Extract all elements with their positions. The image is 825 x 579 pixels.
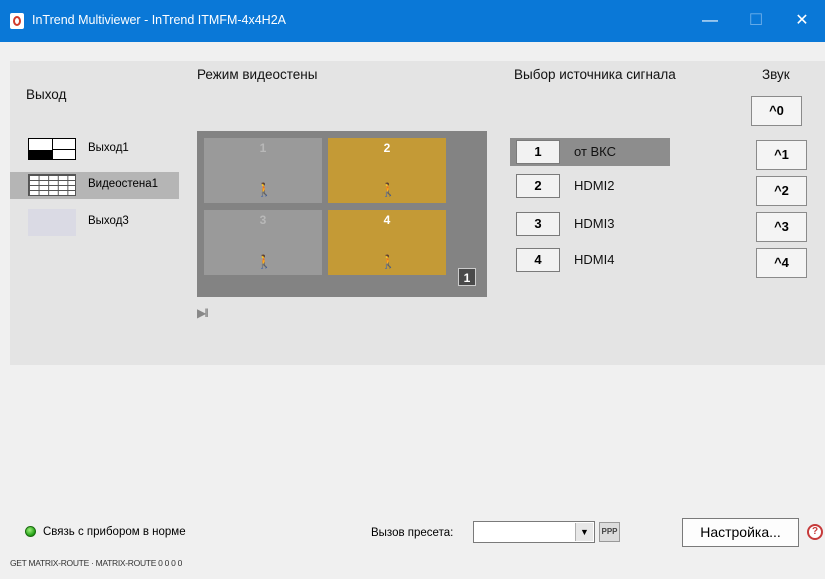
last-command-text: GET MATRIX-ROUTE · MATRIX-ROUTE 0 0 0 0 xyxy=(10,558,183,568)
wall-cell-number: 2 xyxy=(383,141,391,155)
person-walking-icon: 🚶 xyxy=(256,254,273,269)
source-heading: Выбор источника сигнала xyxy=(514,67,676,82)
sound-button-3[interactable]: ^3 xyxy=(756,212,807,242)
output-item-label: Выход1 xyxy=(88,142,129,154)
wall-cell-4[interactable]: 4 🚶 xyxy=(328,210,446,275)
wall-cell-2[interactable]: 2 🚶 xyxy=(328,138,446,203)
output-item-label: Видеостена1 xyxy=(88,178,159,190)
maximize-button[interactable]: ☐ xyxy=(733,0,779,42)
source-row-3[interactable]: 3 HDMI3 xyxy=(510,210,670,238)
videowall-grid-icon xyxy=(28,174,76,196)
source-row-1[interactable]: 1 от ВКС xyxy=(510,138,670,166)
split-layout-icon xyxy=(28,138,76,160)
source-button-3[interactable]: 3 xyxy=(516,212,560,236)
wall-cell-number: 1 xyxy=(259,141,267,155)
close-button[interactable]: ✕ xyxy=(779,0,825,42)
preset-label: Вызов пресета: xyxy=(371,527,454,539)
videowall-heading: Режим видеостены xyxy=(197,67,318,82)
sound-button-2[interactable]: ^2 xyxy=(756,176,807,206)
preset-select[interactable]: ▼ xyxy=(473,521,595,543)
connection-status-led-icon xyxy=(25,526,36,537)
wall-cell-3[interactable]: 3 🚶 xyxy=(204,210,322,275)
help-icon[interactable]: ? xyxy=(807,524,823,540)
source-row-4[interactable]: 4 HDMI4 xyxy=(510,246,670,274)
app-logo-icon xyxy=(10,13,24,29)
blank-layout-icon xyxy=(28,209,76,236)
wall-cell-number: 4 xyxy=(383,213,391,227)
window-title: InTrend Multiviewer - InTrend ITMFM-4x4H… xyxy=(32,13,286,27)
wall-output-badge: 1 xyxy=(458,268,476,286)
source-name: HDMI2 xyxy=(574,178,615,193)
settings-button[interactable]: Настройка... xyxy=(682,518,799,547)
source-row-2[interactable]: 2 HDMI2 xyxy=(510,172,670,200)
person-walking-icon: 🚶 xyxy=(256,182,273,197)
wall-cell-1[interactable]: 1 🚶 xyxy=(204,138,322,203)
output-item-1[interactable]: Выход1 xyxy=(10,136,179,163)
source-name: HDMI4 xyxy=(574,252,615,267)
sound-heading: Звук xyxy=(762,67,790,82)
connection-status-text: Связь с прибором в норме xyxy=(43,526,186,538)
output-item-videowall[interactable]: Видеостена1 xyxy=(10,172,179,199)
sound-button-0[interactable]: ^0 xyxy=(751,96,802,126)
source-button-2[interactable]: 2 xyxy=(516,174,560,198)
title-bar: InTrend Multiviewer - InTrend ITMFM-4x4H… xyxy=(0,0,825,42)
wall-cell-number: 3 xyxy=(259,213,267,227)
person-walking-icon: 🚶 xyxy=(380,182,397,197)
outputs-heading: Выход xyxy=(26,87,67,102)
source-button-4[interactable]: 4 xyxy=(516,248,560,272)
source-name: HDMI3 xyxy=(574,216,615,231)
source-button-1[interactable]: 1 xyxy=(516,140,560,164)
sound-button-1[interactable]: ^1 xyxy=(756,140,807,170)
output-item-label: Выход3 xyxy=(88,215,129,227)
source-name: от ВКС xyxy=(574,144,616,159)
play-pause-icon[interactable]: ▶II xyxy=(197,306,221,320)
output-item-3[interactable]: Выход3 xyxy=(10,209,179,236)
ppp-button[interactable]: PPP xyxy=(599,522,620,542)
dropdown-arrow-icon[interactable]: ▼ xyxy=(575,523,593,541)
person-walking-icon: 🚶 xyxy=(380,254,397,269)
sound-button-4[interactable]: ^4 xyxy=(756,248,807,278)
minimize-button[interactable]: — xyxy=(687,0,733,42)
